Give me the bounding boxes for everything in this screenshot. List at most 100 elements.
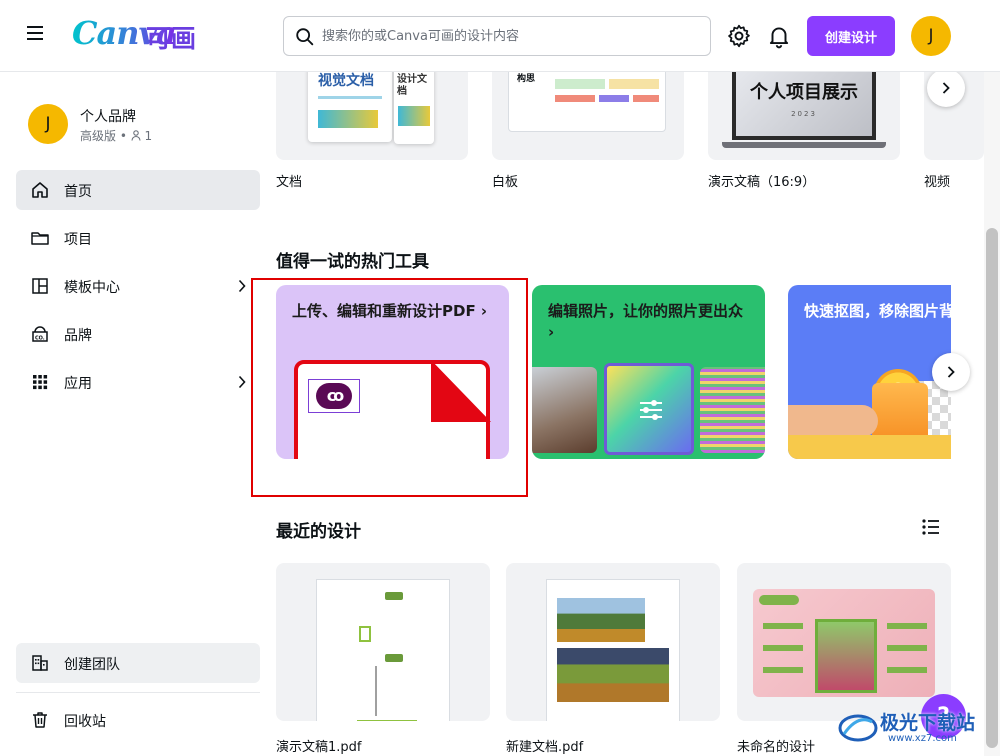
tool-title: 上传、编辑和重新设计PDF › — [292, 302, 488, 320]
brand-switcher[interactable]: J 个人品牌 高级版 • 1 — [16, 100, 260, 146]
laptop-base — [722, 142, 886, 148]
doc-thumb-line — [318, 96, 382, 99]
list-view-icon[interactable] — [921, 518, 941, 536]
thumb-mark — [887, 645, 927, 651]
sidebar-item-projects[interactable]: 项目 — [16, 218, 260, 258]
avatar[interactable]: J — [911, 16, 951, 56]
doc-thumb-page: 视觉文档 — [308, 72, 392, 142]
tool-card-pdf[interactable]: 上传、编辑和重新设计PDF › co — [276, 285, 509, 459]
presentation-thumb-year: 2023 — [791, 110, 817, 118]
section-title-recent: 最近的设计 — [276, 522, 361, 542]
thumb-mark — [763, 667, 803, 673]
gear-icon[interactable] — [726, 23, 752, 49]
photo-thumb-edited — [604, 363, 694, 455]
help-button[interactable]: ? — [921, 694, 966, 739]
search-icon — [296, 28, 314, 46]
chevron-right-icon — [238, 279, 246, 293]
thumb-mark — [887, 623, 927, 629]
tool-card-bg-remove[interactable]: 快速抠图，移除图片背景 — [788, 285, 951, 459]
tool-title: 快速抠图，移除图片背景 — [804, 302, 951, 320]
doc-thumb-title: 视觉文档 — [318, 73, 374, 89]
trash-button[interactable]: 回收站 — [16, 700, 260, 740]
home-icon — [32, 182, 48, 198]
template-label: 视频 — [924, 175, 951, 190]
sidebar-item-templates[interactable]: 模板中心 — [16, 266, 260, 306]
presentation-thumb-title: 个人项目展示 — [750, 82, 858, 103]
template-card-whiteboard[interactable]: 构思 — [492, 72, 684, 160]
sidebar-item-label: 首页 — [64, 184, 92, 200]
carousel-next-button[interactable] — [927, 69, 965, 107]
sidebar-item-home[interactable]: 首页 — [16, 170, 260, 210]
template-label: 演示文稿（16:9） — [708, 175, 816, 190]
template-icon — [32, 278, 48, 294]
search-box[interactable] — [283, 16, 711, 56]
sidebar-item-label: 项目 — [64, 232, 92, 248]
member-count: 1 — [144, 129, 153, 143]
thumb-block — [599, 95, 629, 102]
scrollbar-thumb[interactable] — [986, 228, 998, 748]
doc-thumb-chart — [318, 110, 378, 128]
top-bar: Canva 可画 创建设计 J — [0, 0, 1000, 72]
thumb-mark — [763, 645, 803, 651]
tools-next-button[interactable] — [932, 353, 970, 391]
adjust-sliders-icon — [640, 400, 662, 420]
menu-icon[interactable] — [27, 26, 45, 44]
thumb-block — [555, 95, 595, 102]
recent-design-card[interactable] — [737, 563, 951, 721]
thumb-mark — [385, 592, 403, 600]
trash-label: 回收站 — [64, 714, 106, 730]
whiteboard-thumb-title: 构思 — [517, 74, 536, 84]
bell-icon[interactable] — [766, 23, 792, 49]
tool-title: 编辑照片，让你的照片更出众 › — [548, 302, 744, 341]
recent-design-card[interactable] — [506, 563, 720, 721]
chevron-right-icon — [942, 82, 950, 94]
thumb-mark — [385, 654, 403, 662]
photo-landscape-1 — [557, 598, 645, 642]
create-team-label: 创建团队 — [64, 657, 120, 673]
brand-icon: CO. — [32, 326, 48, 342]
sidebar-item-brand[interactable]: CO. 品牌 — [16, 314, 260, 354]
recent-design-label: 新建文档.pdf — [506, 740, 584, 755]
svg-text:CO.: CO. — [35, 336, 45, 342]
template-label: 白板 — [492, 175, 519, 190]
member-icon — [131, 130, 141, 141]
brand-plan: 高级版 • 1 — [80, 127, 152, 144]
create-team-button[interactable]: 创建团队 — [16, 643, 260, 683]
presentation-thumb: 个人项目展示 2023 — [732, 72, 876, 140]
whiteboard-thumb: 构思 — [508, 72, 666, 132]
template-label: 文档 — [276, 175, 303, 190]
plan-label: 高级版 • — [80, 129, 131, 143]
create-design-button[interactable]: 创建设计 — [807, 16, 895, 56]
search-input[interactable] — [322, 25, 692, 47]
template-card-presentation[interactable]: 个人项目展示 2023 — [708, 72, 900, 160]
canva-logo-cn[interactable]: 可画 — [146, 19, 196, 55]
design-thumb-page — [316, 579, 450, 721]
photo-landscape-2 — [557, 648, 669, 702]
photo-thumb-original — [532, 367, 597, 453]
section-title-tools: 值得一试的热门工具 — [276, 252, 429, 272]
sidebar-item-label: 品牌 — [64, 328, 92, 344]
chevron-right-icon — [947, 366, 955, 378]
thumb-block — [609, 79, 659, 89]
co-logo-icon: co — [316, 383, 352, 409]
sidebar-item-apps[interactable]: 应用 — [16, 362, 260, 402]
chevron-right-icon — [238, 375, 246, 389]
thumb-block — [633, 95, 659, 102]
thumb-mark — [359, 626, 371, 642]
logo-selection-box: co — [308, 379, 360, 413]
hand-graphic — [788, 405, 878, 437]
recent-design-label: 演示文稿1.pdf — [276, 740, 362, 755]
sidebar-item-label: 模板中心 — [64, 280, 120, 296]
folder-icon — [31, 232, 49, 245]
doc-thumb-subtitle: 设计文档 — [397, 74, 427, 97]
brand-avatar: J — [28, 104, 68, 144]
thumb-line — [375, 666, 377, 716]
photo-thumb-effect — [700, 367, 765, 453]
tool-card-photo-edit[interactable]: 编辑照片，让你的照片更出众 › — [532, 285, 765, 459]
brand-name: 个人品牌 — [80, 109, 136, 125]
recent-design-label: 未命名的设计 — [737, 740, 816, 755]
thumb-mark — [759, 595, 799, 605]
thumb-photo — [815, 619, 877, 693]
recent-design-card[interactable] — [276, 563, 490, 721]
template-card-doc[interactable]: 视觉文档 设计文档 — [276, 72, 468, 160]
